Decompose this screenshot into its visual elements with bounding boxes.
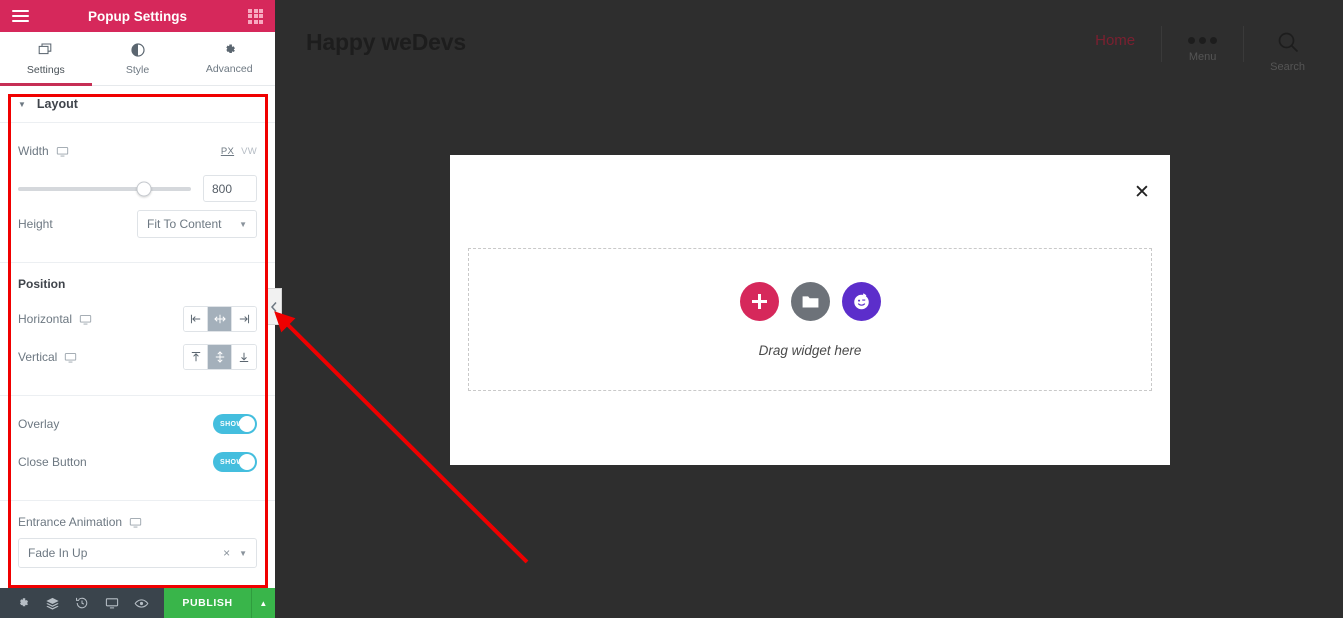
horizontal-align-group: [183, 306, 257, 332]
width-input[interactable]: [203, 175, 257, 202]
gear-icon: [222, 42, 237, 57]
nav-item-home[interactable]: Home: [1069, 22, 1161, 49]
toggle-knob: [239, 416, 255, 432]
tab-style[interactable]: Style: [92, 32, 184, 85]
search-icon: [1276, 22, 1300, 54]
editor-bottom-bar: PUBLISH ▲: [0, 588, 276, 618]
close-button-row: Close Button SHOW: [18, 448, 257, 476]
clear-icon[interactable]: ×: [223, 546, 230, 560]
horizontal-label: Horizontal: [18, 312, 92, 326]
desktop-icon[interactable]: [79, 313, 92, 326]
overlay-label: Overlay: [18, 417, 60, 431]
chevron-down-icon: ▼: [239, 548, 247, 558]
close-x-icon[interactable]: ✕: [1131, 181, 1153, 203]
width-slider[interactable]: [18, 181, 191, 196]
align-right-button[interactable]: [232, 307, 256, 331]
overlay-row: Overlay SHOW: [18, 410, 257, 438]
tab-settings-label: Settings: [26, 63, 65, 76]
desktop-icon[interactable]: [129, 516, 142, 529]
chevron-down-icon: ▼: [18, 99, 26, 109]
add-section-plus-icon[interactable]: [739, 281, 779, 321]
overlay-toggle[interactable]: SHOW: [213, 414, 257, 434]
popup-settings-panel: Popup Settings Settings Style Advanced ▼…: [0, 0, 276, 618]
width-control-row: Width PX VW: [18, 137, 257, 165]
horizontal-row: Horizontal: [18, 305, 257, 333]
nav-item-search[interactable]: Search: [1244, 22, 1331, 73]
entrance-animation-label: Entrance Animation: [18, 515, 257, 529]
height-select-value: Fit To Content: [147, 217, 222, 231]
popup-modal: ✕ Drag widget here: [450, 155, 1170, 465]
align-left-button[interactable]: [184, 307, 208, 331]
hamburger-icon[interactable]: [12, 10, 29, 22]
layout-size-group: Width PX VW 800 Height Fit To Content ▼: [0, 123, 275, 263]
history-revisions-icon[interactable]: [67, 588, 97, 618]
preview-eye-icon[interactable]: [127, 588, 157, 618]
widget-button-group: [739, 281, 881, 321]
entrance-animation-select[interactable]: Fade In Up × ▼: [18, 538, 257, 568]
width-unit-switch: PX VW: [221, 146, 257, 157]
publish-button[interactable]: PUBLISH: [164, 588, 251, 618]
desktop-icon[interactable]: [56, 145, 69, 158]
layers-windows-icon: [38, 42, 54, 58]
align-bottom-button[interactable]: [232, 345, 256, 369]
nav-home-label: Home: [1095, 32, 1136, 49]
align-middle-button[interactable]: [208, 345, 232, 369]
height-select[interactable]: Fit To Content ▼: [137, 210, 257, 238]
preview-canvas: Happy weDevs Home Menu Search ✕ Drag wid…: [275, 0, 1343, 618]
vertical-label: Vertical: [18, 350, 77, 364]
desktop-icon[interactable]: [64, 351, 77, 364]
responsive-mode-icon[interactable]: [97, 588, 127, 618]
widget-dropzone[interactable]: Drag widget here: [468, 248, 1152, 391]
site-nav: Home Menu Search: [1069, 22, 1331, 73]
three-dots-icon: [1188, 22, 1218, 44]
panel-tabs: Settings Style Advanced: [0, 32, 275, 86]
toggle-knob: [239, 454, 255, 470]
width-slider-row: [18, 175, 257, 202]
unit-px[interactable]: PX: [221, 146, 234, 157]
happy-addons-face-icon[interactable]: [841, 281, 881, 321]
panel-header: Popup Settings: [0, 0, 275, 32]
position-title: Position: [18, 277, 66, 291]
publish-options-caret-icon[interactable]: ▲: [250, 588, 276, 618]
close-button-toggle[interactable]: SHOW: [213, 452, 257, 472]
section-layout-header[interactable]: ▼ Layout: [0, 86, 275, 123]
tab-style-label: Style: [125, 63, 150, 76]
height-control-row: Height Fit To Content ▼: [18, 210, 257, 238]
layers-icon[interactable]: [38, 588, 68, 618]
align-center-button[interactable]: [208, 307, 232, 331]
height-label: Height: [18, 217, 53, 231]
half-circle-contrast-icon: [130, 42, 146, 58]
chevron-down-icon: ▼: [239, 219, 247, 229]
position-group: Position Horizontal Vertical: [0, 263, 275, 396]
nav-search-label: Search: [1270, 61, 1305, 73]
tab-advanced[interactable]: Advanced: [183, 32, 275, 85]
entrance-animation-value: Fade In Up: [28, 546, 88, 560]
panel-title: Popup Settings: [88, 8, 187, 24]
vertical-row: Vertical: [18, 343, 257, 371]
animation-group: Entrance Animation Fade In Up × ▼: [0, 501, 275, 588]
unit-vw[interactable]: VW: [241, 146, 257, 157]
select-tools: × ▼: [223, 546, 247, 560]
toggles-group: Overlay SHOW Close Button SHOW: [0, 396, 275, 501]
nav-menu-label: Menu: [1188, 51, 1217, 63]
width-label: Width: [18, 144, 69, 158]
vertical-align-group: [183, 344, 257, 370]
nav-item-menu[interactable]: Menu: [1162, 22, 1243, 63]
site-header: Happy weDevs Home Menu Search: [275, 0, 1343, 92]
template-folder-icon[interactable]: [790, 281, 830, 321]
close-button-label: Close Button: [18, 455, 87, 469]
align-top-button[interactable]: [184, 345, 208, 369]
grid-apps-icon[interactable]: [248, 8, 263, 24]
panel-collapse-handle[interactable]: [266, 288, 282, 325]
tab-advanced-label: Advanced: [205, 63, 253, 75]
gear-icon[interactable]: [8, 588, 38, 618]
section-layout-title: Layout: [36, 97, 78, 111]
dropzone-placeholder: Drag widget here: [758, 342, 862, 358]
site-title: Happy weDevs: [306, 29, 466, 55]
width-slider-knob[interactable]: [136, 181, 152, 196]
panel-body: ▼ Layout Width PX VW 800 Height Fit To C…: [0, 86, 275, 588]
editor-root: Happy weDevs Home Menu Search ✕ Drag wid…: [0, 0, 1343, 618]
tab-settings[interactable]: Settings: [0, 32, 92, 86]
